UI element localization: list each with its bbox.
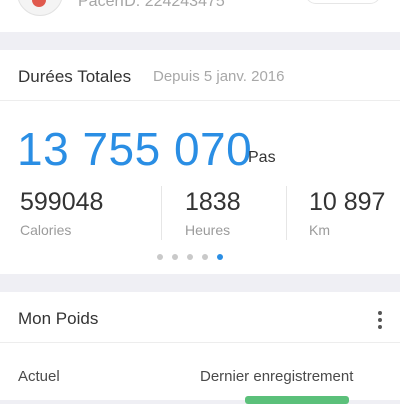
total-durations-card: Durées Totales Depuis 5 janv. 2016 13 75… <box>0 50 400 274</box>
page-indicator[interactable] <box>157 254 223 262</box>
last-record-label: Dernier enregistrement <box>200 368 354 385</box>
card-header: Durées Totales Depuis 5 janv. 2016 <box>0 50 400 101</box>
card-header: Mon Poids <box>0 292 400 343</box>
page-dot[interactable] <box>172 254 178 260</box>
current-weight-label: Actuel <box>18 368 60 385</box>
stat-value: 1838 <box>185 188 241 216</box>
card-title: Mon Poids <box>18 309 99 328</box>
stat-label: Km <box>309 222 330 238</box>
profile-header: PacerID: 224243475 <box>0 0 400 32</box>
page-dot[interactable] <box>202 254 208 260</box>
avatar-image <box>32 0 46 7</box>
stat-label: Calories <box>20 222 72 238</box>
my-weight-card: Mon Poids Actuel Dernier enregistrement <box>0 292 400 404</box>
total-steps-value: 13 755 070 <box>17 123 253 175</box>
stat-value: 599048 <box>20 188 104 216</box>
stat-value: 10 897 <box>309 188 386 216</box>
record-weight-button[interactable] <box>245 396 349 404</box>
pacer-id: PacerID: 224243475 <box>78 0 225 10</box>
card-subtitle: Depuis 5 janv. 2016 <box>153 68 285 85</box>
stat-label: Heures <box>185 222 231 238</box>
page-dot-active[interactable] <box>217 254 223 260</box>
page-dot[interactable] <box>157 254 163 260</box>
stat-calories: 599048 Calories <box>20 188 160 244</box>
card-title: Durées Totales <box>18 67 132 86</box>
stat-hours: 1838 Heures <box>185 188 285 244</box>
profile-action-button[interactable] <box>305 0 381 4</box>
divider <box>161 186 162 240</box>
avatar[interactable] <box>17 0 63 16</box>
total-steps-unit: Pas <box>248 149 276 166</box>
stat-km: 10 897 Km <box>309 188 399 244</box>
page-dot[interactable] <box>187 254 193 260</box>
more-options-icon[interactable] <box>370 310 390 330</box>
divider <box>286 186 287 240</box>
